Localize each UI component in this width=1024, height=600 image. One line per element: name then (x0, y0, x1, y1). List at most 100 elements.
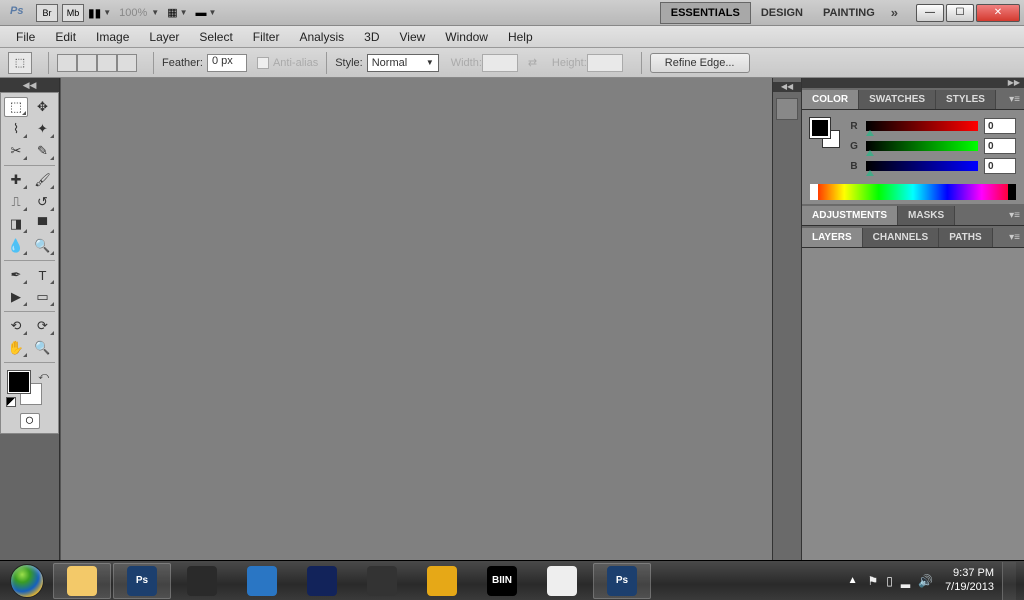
selection-subtract[interactable] (97, 54, 117, 72)
swatches-tab[interactable]: SWATCHES (859, 90, 936, 109)
network-icon[interactable]: ▂ (901, 574, 910, 588)
g-slider[interactable] (866, 141, 978, 151)
crop-tool[interactable]: ✂ (4, 141, 28, 161)
pen-tool[interactable]: ✒ (4, 265, 28, 285)
taskbar-item-photoshop2[interactable]: Ps (593, 563, 651, 599)
tray-overflow-icon[interactable]: ▲ (848, 575, 858, 586)
selection-intersect[interactable] (117, 54, 137, 72)
screen-mode-dropdown[interactable]: ▮▮▼ (88, 6, 111, 20)
feather-input[interactable]: 0 px (207, 54, 247, 72)
history-brush-tool[interactable]: ↺ (31, 192, 55, 212)
dock-expand-grip[interactable]: ◀◀ (773, 82, 801, 92)
eraser-tool[interactable]: ◨ (4, 214, 28, 234)
workspace-design[interactable]: DESIGN (751, 3, 813, 23)
bridge-button[interactable]: Br (36, 4, 58, 22)
minimize-button[interactable]: — (916, 4, 944, 22)
taskbar-item-pb[interactable] (293, 563, 351, 599)
selection-add[interactable] (77, 54, 97, 72)
workspace-essentials[interactable]: ESSENTIALS (660, 2, 751, 24)
taskbar-item-chrome[interactable] (533, 563, 591, 599)
quick-select-tool[interactable]: ✦ (31, 119, 55, 139)
b-slider[interactable] (866, 161, 978, 171)
menu-3d[interactable]: 3D (354, 28, 389, 46)
marquee-tool[interactable]: ⬚ (4, 97, 28, 117)
taskbar-clock[interactable]: 9:37 PM 7/19/2013 (945, 567, 994, 593)
type-tool[interactable]: T (31, 265, 55, 285)
current-tool-icon[interactable]: ⬚ (8, 52, 32, 74)
tools-collapse-grip[interactable]: ◀◀ (0, 78, 59, 92)
layers-panel-menu-icon[interactable]: ▾≡ (1009, 232, 1020, 243)
color-panel-menu-icon[interactable]: ▾≡ (1009, 94, 1020, 105)
selection-new[interactable] (57, 54, 77, 72)
path-select-tool[interactable]: ▶ (4, 287, 28, 307)
menu-layer[interactable]: Layer (139, 28, 189, 46)
dodge-tool[interactable]: 🔍 (31, 236, 55, 256)
collapsed-panel-icon[interactable] (776, 98, 798, 120)
spectrum-picker[interactable] (810, 184, 1016, 200)
blur-tool[interactable]: 💧 (4, 236, 28, 256)
taskbar-item-xl[interactable] (173, 563, 231, 599)
brush-tool[interactable]: 🖌 (31, 170, 55, 190)
refine-edge-button[interactable]: Refine Edge... (650, 53, 750, 73)
healing-tool[interactable]: ✚ (4, 170, 28, 190)
menu-select[interactable]: Select (189, 28, 242, 46)
canvas-area[interactable] (60, 78, 772, 560)
move-tool[interactable]: ✥ (31, 97, 55, 117)
channels-tab[interactable]: CHANNELS (863, 228, 940, 247)
panel-color-swatches[interactable] (810, 118, 840, 148)
workspace-painting[interactable]: PAINTING (813, 3, 885, 23)
flag-icon[interactable]: ⚑ (868, 574, 879, 588)
adjustments-panel-menu-icon[interactable]: ▾≡ (1009, 210, 1020, 221)
panel-strip[interactable]: ▶▶ (802, 78, 1024, 88)
menu-view[interactable]: View (389, 28, 435, 46)
close-button[interactable]: ✕ (976, 4, 1020, 22)
foreground-color-swatch[interactable] (8, 371, 30, 393)
start-button[interactable] (2, 563, 52, 599)
taskbar-item-biin[interactable]: BIIN (473, 563, 531, 599)
swap-colors-icon[interactable]: ⤺ (38, 371, 49, 382)
r-value-input[interactable]: 0 (984, 118, 1016, 134)
color-tab[interactable]: COLOR (802, 90, 859, 109)
menu-image[interactable]: Image (86, 28, 139, 46)
stamp-tool[interactable]: ⎍ (4, 192, 28, 212)
default-colors-icon[interactable] (6, 397, 16, 407)
menu-filter[interactable]: Filter (243, 28, 290, 46)
taskbar-item-ie[interactable] (233, 563, 291, 599)
arrange-dropdown[interactable]: ▦▼ (167, 6, 187, 19)
taskbar-item-photoshop[interactable]: Ps (113, 563, 171, 599)
styles-tab[interactable]: STYLES (936, 90, 996, 109)
hand-tool[interactable]: ✋ (4, 338, 28, 358)
3d-rotate-tool[interactable]: ⟲ (4, 316, 28, 336)
workspace-more-icon[interactable]: » (891, 5, 898, 20)
masks-tab[interactable]: MASKS (898, 206, 955, 225)
lasso-tool[interactable]: ⌇ (4, 119, 28, 139)
taskbar-item-wmc[interactable] (353, 563, 411, 599)
zoom-dropdown[interactable]: 100%▼ (119, 7, 159, 19)
maximize-button[interactable]: ☐ (946, 4, 974, 22)
show-desktop-button[interactable] (1002, 562, 1016, 600)
g-value-input[interactable]: 0 (984, 138, 1016, 154)
extras-dropdown[interactable]: ▬▼ (196, 7, 217, 19)
layers-panel-body[interactable] (802, 248, 1024, 560)
volume-icon[interactable]: 🔊 (918, 574, 933, 588)
zoom-tool[interactable]: 🔍 (31, 338, 55, 358)
menu-file[interactable]: File (6, 28, 45, 46)
menu-edit[interactable]: Edit (45, 28, 86, 46)
taskbar-item-aimp[interactable] (413, 563, 471, 599)
battery-icon[interactable]: ▯ (886, 574, 893, 588)
standard-mode-button[interactable]: ○ (20, 413, 40, 429)
menu-help[interactable]: Help (498, 28, 543, 46)
menu-window[interactable]: Window (435, 28, 498, 46)
paths-tab[interactable]: PATHS (939, 228, 992, 247)
b-value-input[interactable]: 0 (984, 158, 1016, 174)
r-slider[interactable] (866, 121, 978, 131)
minibridge-button[interactable]: Mb (62, 4, 84, 22)
adjustments-tab[interactable]: ADJUSTMENTS (802, 206, 898, 225)
style-select[interactable]: Normal▼ (367, 54, 439, 72)
taskbar-item-explorer[interactable] (53, 563, 111, 599)
layers-tab[interactable]: LAYERS (802, 228, 863, 247)
menu-analysis[interactable]: Analysis (289, 28, 354, 46)
shape-tool[interactable]: ▭ (31, 287, 55, 307)
eyedropper-tool[interactable]: ✎ (31, 141, 55, 161)
gradient-tool[interactable]: ▀ (31, 214, 55, 234)
